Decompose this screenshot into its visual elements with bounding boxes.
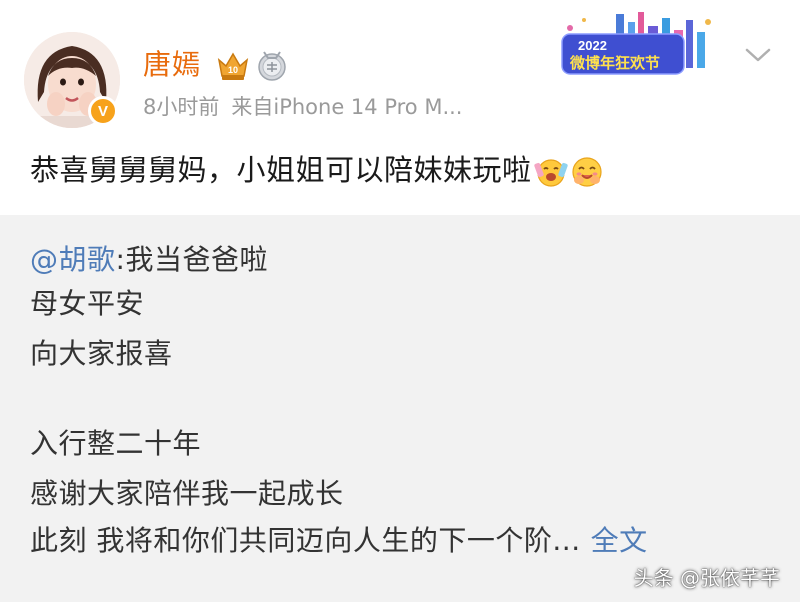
more-chevron-icon[interactable] bbox=[744, 46, 772, 64]
repost-first-line: @胡歌:我当爸爸啦 bbox=[30, 241, 268, 279]
verified-badge: V bbox=[88, 96, 118, 126]
full-text-link[interactable]: 全文 bbox=[591, 524, 648, 557]
post-meta: 8小时前 来自iPhone 14 Pro M... bbox=[143, 92, 462, 122]
event-year: 2022 bbox=[578, 38, 607, 53]
author-name[interactable]: 唐嫣 bbox=[143, 48, 201, 82]
mention-link[interactable]: @胡歌 bbox=[30, 243, 116, 276]
repost-line-1: :我当爸爸啦 bbox=[115, 243, 268, 276]
medal-icon[interactable] bbox=[256, 48, 288, 82]
post-source: 来自iPhone 14 Pro M... bbox=[231, 95, 463, 119]
post-body: 恭喜舅舅舅妈，小姐姐可以陪妹妹玩啦 bbox=[30, 153, 532, 187]
repost-line-5: 感谢大家陪伴我一起成长 bbox=[30, 477, 344, 510]
post-text: 恭喜舅舅舅妈，小姐姐可以陪妹妹玩啦 bbox=[30, 150, 604, 190]
hug-emoji-icon bbox=[570, 155, 604, 189]
event-label: 微博年狂欢节 bbox=[569, 54, 660, 72]
post-time: 8小时前 bbox=[143, 95, 220, 119]
repost-line-2: 母女平安 bbox=[30, 287, 145, 320]
cheer-emoji-icon bbox=[533, 155, 568, 189]
repost-line-6: 此刻 我将和你们共同迈向人生的下一个阶... bbox=[30, 524, 581, 557]
watermark: 头条 @张依芊芊 bbox=[633, 566, 780, 590]
vip-crown-icon[interactable]: 10 bbox=[215, 48, 251, 84]
weibo-post: V 唐嫣 10 8小时前 来自iPhone 14 Pro M... 2022 微… bbox=[0, 0, 800, 215]
repost-line-4: 入行整二十年 bbox=[30, 427, 202, 460]
event-banner[interactable]: 2022 微博年狂欢节 bbox=[558, 12, 718, 78]
repost-card[interactable]: @胡歌:我当爸爸啦 母女平安 向大家报喜 入行整二十年 感谢大家陪伴我一起成长 … bbox=[0, 215, 800, 602]
repost-line-3: 向大家报喜 bbox=[30, 337, 173, 370]
repost-last-line: 此刻 我将和你们共同迈向人生的下一个阶... 全文 bbox=[30, 522, 648, 560]
svg-text:10: 10 bbox=[228, 65, 238, 75]
